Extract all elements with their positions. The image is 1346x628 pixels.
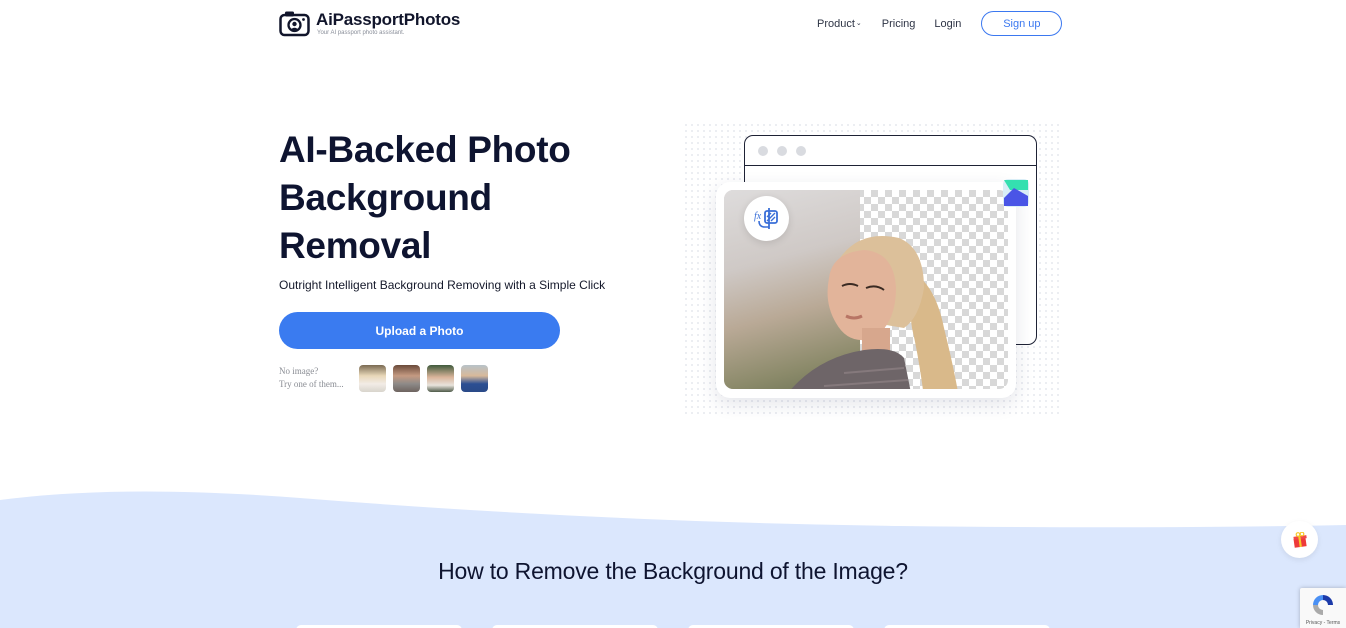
nav-login[interactable]: Login <box>934 18 961 30</box>
gift-button[interactable] <box>1281 521 1318 558</box>
woman-portrait-image <box>791 236 958 389</box>
upload-photo-button[interactable]: Upload a Photo <box>279 312 560 349</box>
sample-image-3[interactable] <box>427 365 454 392</box>
page: AiPassportPhotos Your AI passport photo … <box>0 0 1346 628</box>
gift-icon <box>1292 531 1307 548</box>
sample-prompt: No image? Try one of them... <box>279 365 344 391</box>
signup-button[interactable]: Sign up <box>981 11 1063 36</box>
camera-logo-icon <box>279 11 310 37</box>
app-logo-icon <box>1003 179 1029 207</box>
how-to-section-title: How to Remove the Background of the Imag… <box>438 558 908 584</box>
sample-images <box>359 365 488 392</box>
window-dot <box>758 145 768 156</box>
sample-image-1[interactable] <box>359 365 386 392</box>
sample-prompt-line2: Try one of them... <box>279 379 344 389</box>
window-dot <box>777 145 787 156</box>
nav-product-label: Product <box>817 17 855 30</box>
hero-subtitle: Outright Intelligent Background Removing… <box>279 278 606 292</box>
brand-logo[interactable]: AiPassportPhotos Your AI passport photo … <box>279 10 460 37</box>
nav-pricing[interactable]: Pricing <box>882 18 916 30</box>
recaptcha-badge[interactable]: Privacy - Terms <box>1300 588 1346 628</box>
sample-image-4[interactable] <box>461 365 488 392</box>
sample-image-2[interactable] <box>393 365 420 392</box>
svg-text:fx: fx <box>754 211 762 222</box>
window-dot <box>796 145 806 156</box>
chevron-down-icon: ⌄ <box>855 19 862 27</box>
nav-product[interactable]: Product⌄ <box>817 18 862 30</box>
fx-background-icon: fx <box>744 196 789 241</box>
sample-prompt-line1: No image? <box>279 366 319 376</box>
recaptcha-links[interactable]: Privacy - Terms <box>1300 620 1346 626</box>
main-nav: Product⌄ Pricing Login Sign up <box>817 11 1063 36</box>
recaptcha-icon <box>1313 595 1333 615</box>
browser-titlebar <box>745 136 1036 166</box>
section-wave-background <box>0 491 1346 628</box>
hero-title: AI-Backed Photo Background Removal <box>279 129 571 266</box>
brand-tagline: Your AI passport photo assistant. <box>317 30 405 36</box>
brand-name: AiPassportPhotos <box>316 10 461 29</box>
